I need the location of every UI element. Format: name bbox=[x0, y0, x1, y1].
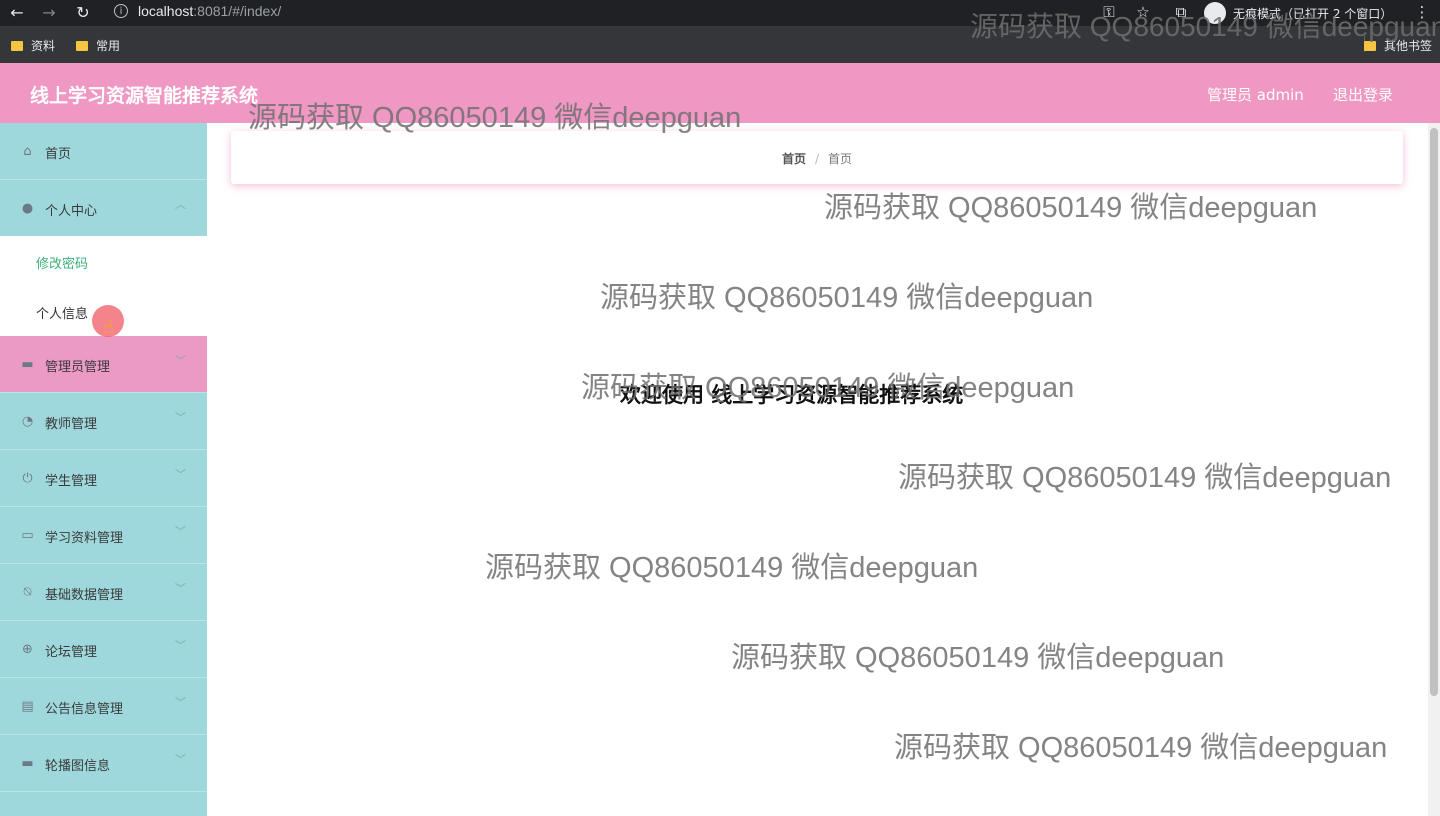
logout-link[interactable]: 退出登录 bbox=[1333, 84, 1393, 105]
breadcrumb-home[interactable]: 首页 bbox=[782, 152, 806, 166]
submenu-personal-info[interactable]: 个人信息 bbox=[36, 303, 88, 322]
sidebar-item-profile[interactable]: ● 个人中心 ︿ bbox=[0, 180, 207, 237]
sidebar-item-label: 个人中心 bbox=[45, 204, 98, 219]
clipboard-icon: ▤ bbox=[21, 699, 34, 714]
admin-label: 管理员 admin bbox=[1207, 86, 1304, 104]
bookmark-item[interactable]: 资料 bbox=[11, 37, 55, 54]
chevron-down-icon: ﹀ bbox=[175, 411, 186, 424]
sidebar-item-label: 基础数据管理 bbox=[45, 588, 124, 603]
watermark: 源码获取 QQ86050149 微信deepguan bbox=[248, 102, 742, 134]
monitor-icon: ▬ bbox=[21, 756, 34, 771]
hand-cursor-icon: ☝ bbox=[103, 317, 114, 338]
monitor-icon: ▬ bbox=[21, 357, 34, 372]
info-icon[interactable]: i bbox=[114, 4, 128, 18]
sidebar-item-admin[interactable]: ▬ 管理员管理 ﹀ bbox=[0, 336, 207, 393]
sidebar-item-label: 学生管理 bbox=[45, 474, 98, 489]
scrollbar-thumb[interactable] bbox=[1430, 128, 1438, 696]
watermark: 源码获取 QQ86050149 微信deepguan bbox=[485, 552, 979, 584]
sidebar-item-label: 管理员管理 bbox=[45, 360, 111, 375]
breadcrumb: 首页 / 首页 bbox=[231, 131, 1403, 184]
chevron-down-icon: ﹀ bbox=[175, 582, 186, 595]
power-icon: ⏻ bbox=[22, 471, 33, 486]
home-icon: ⌂ bbox=[23, 144, 32, 159]
sidebar-item-label: 教师管理 bbox=[45, 417, 98, 432]
watermark: 源码获取 QQ86050149 微信deepguan bbox=[898, 462, 1392, 494]
user-icon: ● bbox=[21, 201, 34, 216]
sidebar-item-student[interactable]: ⏻ 学生管理 ﹀ bbox=[0, 450, 207, 507]
chevron-down-icon: ﹀ bbox=[175, 639, 186, 652]
breadcrumb-separator: / bbox=[814, 152, 820, 166]
folder-icon bbox=[76, 41, 88, 51]
sidebar-item-label: 学习资料管理 bbox=[45, 531, 124, 546]
watermark: 源码获取 QQ86050149 微信deepguan bbox=[894, 732, 1388, 764]
sidebar-item-teacher[interactable]: ◔ 教师管理 ﹀ bbox=[0, 393, 207, 450]
chevron-down-icon: ﹀ bbox=[175, 525, 186, 538]
chevron-down-icon: ﹀ bbox=[175, 753, 186, 766]
chevron-up-icon: ︿ bbox=[175, 198, 186, 211]
watermark: 源码获取 QQ86050149 微信deepguan bbox=[731, 642, 1225, 674]
watermark: 源码获取 QQ86050149 微信deepguan bbox=[970, 11, 1440, 42]
sidebar-item-materials[interactable]: ▭ 学习资料管理 ﹀ bbox=[0, 507, 207, 564]
sidebar-item-notice[interactable]: ▤ 公告信息管理 ﹀ bbox=[0, 678, 207, 735]
sidebar-item-basic-data[interactable]: ⍉ 基础数据管理 ﹀ bbox=[0, 564, 207, 621]
dashboard-icon: ◔ bbox=[21, 414, 34, 429]
reload-icon[interactable]: ↻ bbox=[72, 2, 94, 24]
breadcrumb-current: 首页 bbox=[828, 152, 853, 166]
chevron-down-icon: ﹀ bbox=[175, 696, 186, 709]
url-text[interactable]: localhost:8081/#/index/ bbox=[138, 3, 281, 19]
chat-icon: ▭ bbox=[21, 528, 34, 543]
app-title: 线上学习资源智能推荐系统 bbox=[30, 85, 259, 107]
submenu-change-password[interactable]: 修改密码 bbox=[36, 253, 88, 272]
forward-arrow-icon[interactable]: → bbox=[38, 2, 60, 24]
sidebar-item-carousel[interactable]: ▬ 轮播图信息 ﹀ bbox=[0, 735, 207, 792]
sidebar-item-home[interactable]: ⌂ 首页 bbox=[0, 123, 207, 180]
watermark: 源码获取 QQ86050149 微信deepguan bbox=[824, 192, 1318, 224]
bell-off-icon: ⍉ bbox=[23, 585, 32, 600]
sidebar-item-label: 公告信息管理 bbox=[45, 702, 124, 717]
chevron-down-icon: ﹀ bbox=[175, 468, 186, 481]
sidebar-item-label: 论坛管理 bbox=[45, 645, 98, 660]
bookmark-item[interactable]: 常用 bbox=[76, 37, 120, 54]
folder-icon bbox=[11, 41, 23, 51]
watermark: 源码获取 QQ86050149 微信deepguan bbox=[581, 372, 1075, 404]
breadcrumb-trail: 首页 / 首页 bbox=[231, 150, 1403, 167]
sidebar-item-forum[interactable]: ⊕ 论坛管理 ﹀ bbox=[0, 621, 207, 678]
watermark: 源码获取 QQ86050149 微信deepguan bbox=[600, 282, 1094, 314]
crosshair-icon: ⊕ bbox=[22, 642, 33, 657]
chevron-down-icon: ﹀ bbox=[175, 354, 186, 367]
sidebar-item-label: 首页 bbox=[45, 147, 72, 162]
sidebar-item-label: 轮播图信息 bbox=[45, 759, 111, 774]
back-arrow-icon[interactable]: ← bbox=[6, 2, 28, 24]
